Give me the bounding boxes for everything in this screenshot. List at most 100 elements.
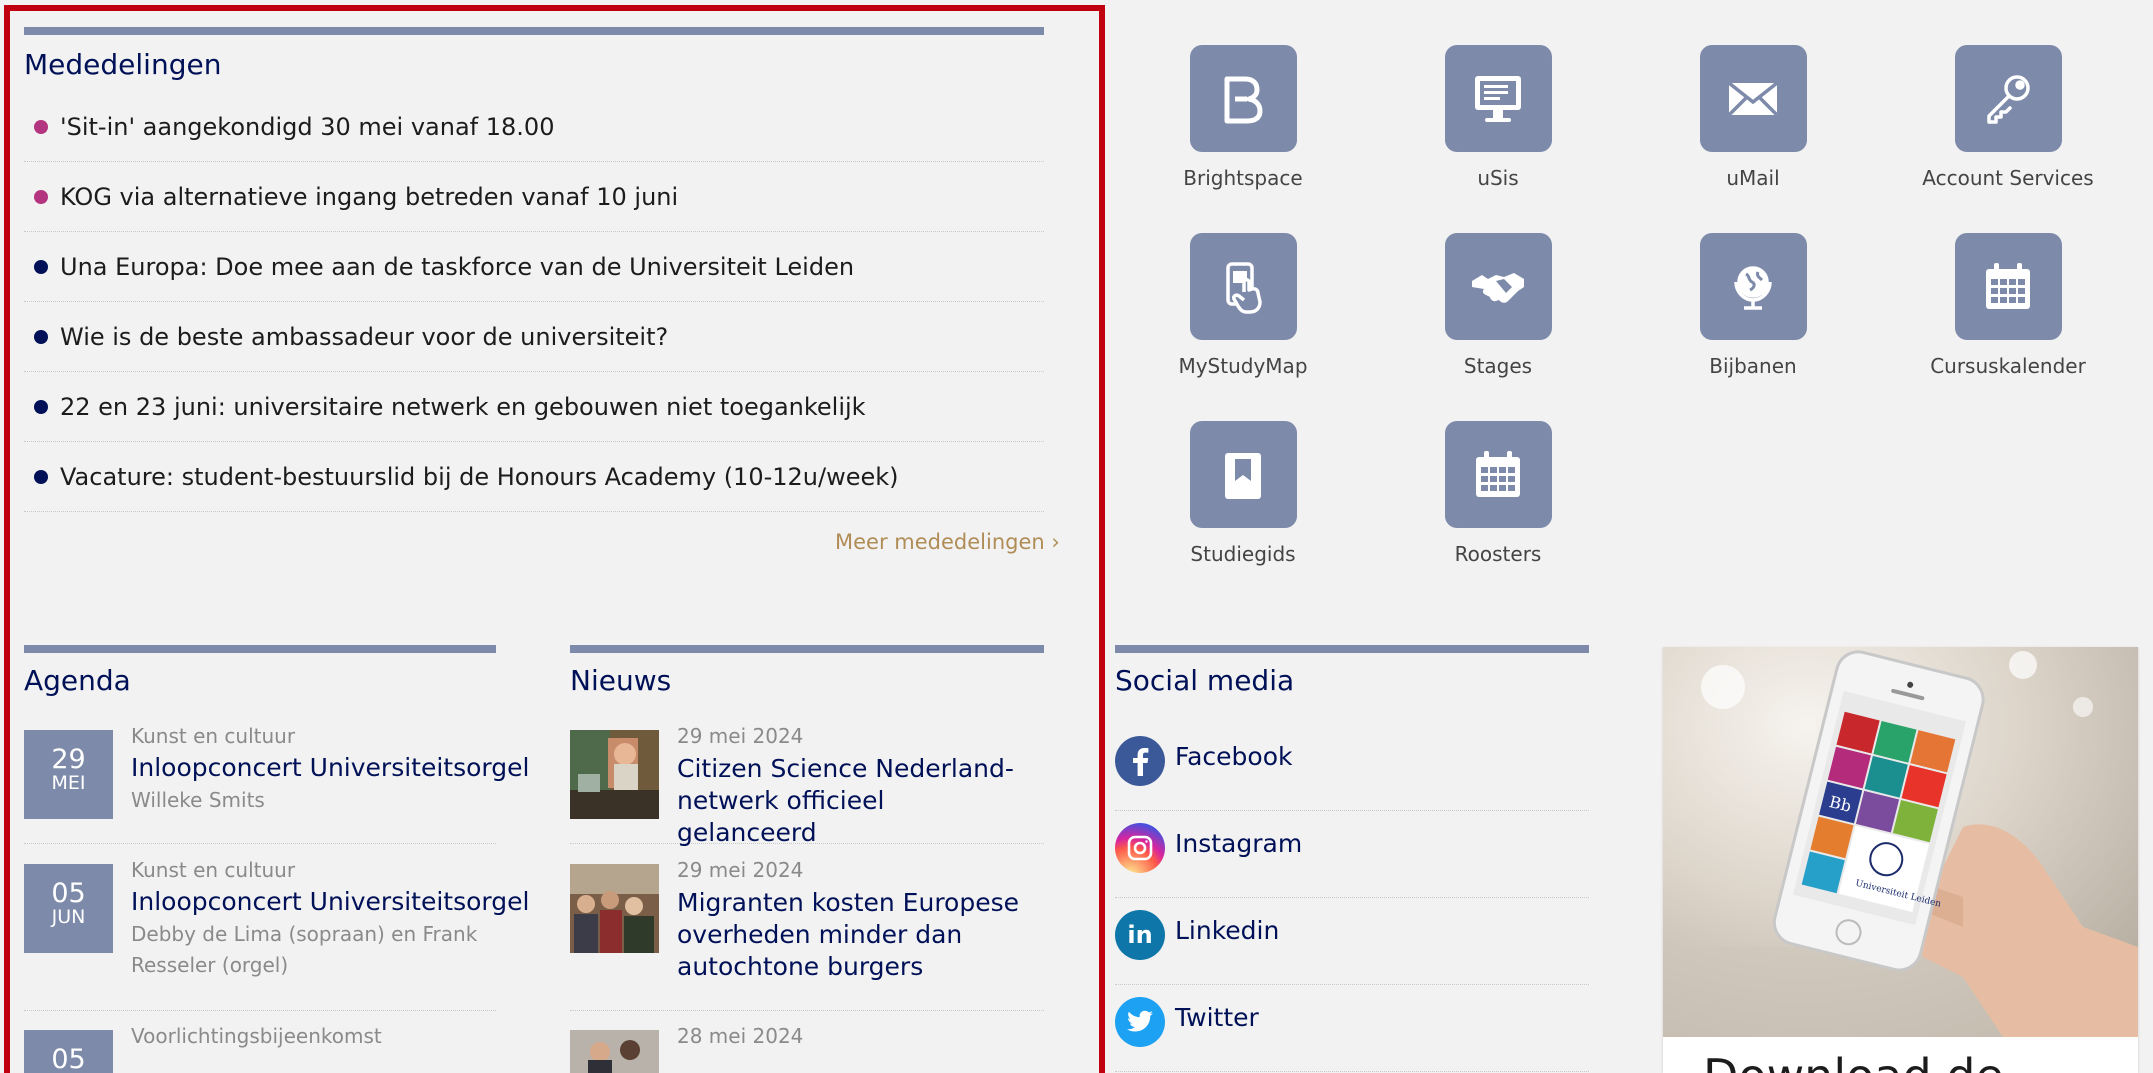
app-label: Stages bbox=[1463, 354, 1533, 378]
agenda-category: Voorlichtingsbijeenkomst bbox=[131, 1024, 382, 1048]
news-title-link[interactable]: Migranten kosten Europese overheden mind… bbox=[677, 887, 1027, 983]
app-label: Account Services bbox=[1922, 166, 2094, 190]
news-item[interactable]: 29 mei 2024 Migranten kosten Europese ov… bbox=[570, 858, 1044, 1011]
app-label: Bijbanen bbox=[1709, 354, 1797, 378]
more-announcements-link[interactable]: Meer mededelingen › bbox=[835, 530, 1060, 554]
news-title: Nieuws bbox=[570, 664, 672, 697]
section-bar bbox=[1115, 645, 1589, 653]
announcement-link[interactable]: 22 en 23 juni: universitaire netwerk en … bbox=[60, 393, 866, 421]
app-tile-bijbanen[interactable]: Bijbanen bbox=[1653, 233, 1853, 393]
app-label: Roosters bbox=[1454, 542, 1542, 566]
date-month: MEI bbox=[51, 772, 86, 794]
app-tile-roosters[interactable]: Roosters bbox=[1398, 421, 1598, 581]
handshake-icon bbox=[1444, 233, 1552, 340]
news-item[interactable]: 28 mei 2024 bbox=[570, 1024, 1044, 1073]
promo-title: Download de bbox=[1703, 1049, 2004, 1073]
globe-icon bbox=[1699, 233, 1807, 340]
announcements-list: 'Sit-in' aangekondigd 30 mei vanaf 18.00… bbox=[24, 94, 1044, 512]
phone-touch-icon bbox=[1189, 233, 1297, 340]
agenda-item[interactable]: 29 MEI Kunst en cultuur Inloopconcert Un… bbox=[24, 724, 529, 844]
announcement-link[interactable]: Una Europa: Doe mee aan de taskforce van… bbox=[60, 253, 854, 281]
announcement-link[interactable]: KOG via alternatieve ingang betreden van… bbox=[60, 183, 678, 211]
agenda-title: Agenda bbox=[24, 664, 131, 697]
announcement-link[interactable]: Vacature: student-bestuurslid bij de Hon… bbox=[60, 463, 899, 491]
app-label: uSis bbox=[1477, 166, 1519, 190]
announcement-item[interactable]: 'Sit-in' aangekondigd 30 mei vanaf 18.00 bbox=[24, 92, 1044, 162]
agenda-title-link[interactable]: Inloopconcert Universiteitsorgel bbox=[131, 753, 529, 782]
linkedin-icon: in bbox=[1115, 910, 1165, 960]
bullet-dot bbox=[34, 189, 48, 204]
book-icon bbox=[1189, 421, 1297, 528]
calendar-icon bbox=[1444, 421, 1552, 528]
agenda-category: Kunst en cultuur bbox=[131, 724, 296, 748]
app-tile-stages[interactable]: Stages bbox=[1398, 233, 1598, 393]
social-label: Instagram bbox=[1175, 829, 1303, 858]
news-date: 29 mei 2024 bbox=[677, 724, 804, 748]
agenda-item[interactable]: 05 JUN Kunst en cultuur Inloopconcert Un… bbox=[24, 858, 529, 1011]
app-label: Studiegids bbox=[1190, 542, 1296, 566]
social-link-linkedin[interactable]: in Linkedin bbox=[1115, 898, 1589, 985]
date-day: 05 bbox=[51, 1044, 86, 1073]
app-tile-account-services[interactable]: Account Services bbox=[1908, 45, 2108, 205]
key-icon bbox=[1954, 45, 2062, 152]
bullet-dot bbox=[34, 329, 48, 344]
app-tile-brightspace[interactable]: Brightspace bbox=[1143, 45, 1343, 205]
announcement-item[interactable]: Una Europa: Doe mee aan de taskforce van… bbox=[24, 232, 1044, 302]
date-day: 05 bbox=[51, 878, 86, 909]
section-bar bbox=[570, 645, 1044, 653]
news-item[interactable]: 29 mei 2024 Citizen Science Nederland-ne… bbox=[570, 724, 1044, 847]
news-thumbnail[interactable] bbox=[570, 1030, 659, 1073]
app-tile-cursuskalender[interactable]: Cursuskalender bbox=[1908, 233, 2108, 393]
app-tile-mystudymap[interactable]: MyStudyMap bbox=[1143, 233, 1343, 393]
news-thumbnail[interactable] bbox=[570, 864, 659, 953]
twitter-icon bbox=[1115, 997, 1165, 1047]
announcements-title: Mededelingen bbox=[24, 48, 222, 81]
app-label: uMail bbox=[1726, 166, 1780, 190]
date-month: JUN bbox=[51, 906, 86, 928]
news-date: 29 mei 2024 bbox=[677, 858, 804, 882]
agenda-item[interactable]: 05 Voorlichtingsbijeenkomst bbox=[24, 1024, 496, 1073]
app-tile-usis[interactable]: uSis bbox=[1398, 45, 1598, 205]
agenda-subtitle: Debby de Lima (sopraan) en Frank Ressele… bbox=[131, 922, 478, 977]
app-download-promo[interactable]: Bb Universiteit Leiden Download de bbox=[1663, 647, 2138, 1073]
calendar-icon bbox=[1954, 233, 2062, 340]
promo-photo: Bb Universiteit Leiden bbox=[1663, 647, 2138, 1037]
announcement-item[interactable]: KOG via alternatieve ingang betreden van… bbox=[24, 162, 1044, 232]
facebook-icon bbox=[1115, 736, 1165, 786]
date-badge: 29 MEI bbox=[24, 730, 113, 819]
date-badge: 05 bbox=[24, 1030, 113, 1073]
bullet-dot bbox=[34, 399, 48, 414]
announcement-item[interactable]: Vacature: student-bestuurslid bij de Hon… bbox=[24, 442, 1044, 512]
announcement-item[interactable]: 22 en 23 juni: universitaire netwerk en … bbox=[24, 372, 1044, 442]
agenda-category: Kunst en cultuur bbox=[131, 858, 296, 882]
monitor-icon bbox=[1444, 45, 1552, 152]
envelope-icon bbox=[1699, 45, 1807, 152]
announcement-link[interactable]: Wie is de beste ambassadeur voor de univ… bbox=[60, 323, 668, 351]
social-media-title: Social media bbox=[1115, 664, 1295, 697]
announcement-link[interactable]: 'Sit-in' aangekondigd 30 mei vanaf 18.00 bbox=[60, 113, 554, 141]
social-label: Facebook bbox=[1175, 742, 1293, 771]
app-tile-umail[interactable]: uMail bbox=[1653, 45, 1853, 205]
app-label: Brightspace bbox=[1183, 166, 1303, 190]
news-title-link[interactable]: Citizen Science Nederland-netwerk offici… bbox=[677, 753, 1027, 849]
section-bar bbox=[24, 27, 1044, 35]
instagram-icon bbox=[1115, 823, 1165, 873]
social-label: Linkedin bbox=[1175, 916, 1280, 945]
social-link-facebook[interactable]: Facebook bbox=[1115, 724, 1589, 811]
announcement-item[interactable]: Wie is de beste ambassadeur voor de univ… bbox=[24, 302, 1044, 372]
bullet-dot bbox=[34, 119, 48, 134]
section-bar bbox=[24, 645, 496, 653]
agenda-title-link[interactable]: Inloopconcert Universiteitsorgel bbox=[131, 887, 529, 916]
social-label: Twitter bbox=[1175, 1003, 1259, 1032]
news-thumbnail[interactable] bbox=[570, 730, 659, 819]
bullet-dot bbox=[34, 259, 48, 274]
news-date: 28 mei 2024 bbox=[677, 1024, 804, 1048]
app-label: Cursuskalender bbox=[1930, 354, 2086, 378]
social-link-twitter[interactable]: Twitter bbox=[1115, 985, 1589, 1072]
app-label: MyStudyMap bbox=[1178, 354, 1308, 378]
social-link-instagram[interactable]: Instagram bbox=[1115, 811, 1589, 898]
date-day: 29 bbox=[51, 744, 86, 775]
bullet-dot bbox=[34, 469, 48, 484]
agenda-subtitle: Willeke Smits bbox=[131, 788, 265, 812]
app-tile-studiegids[interactable]: Studiegids bbox=[1143, 421, 1343, 581]
